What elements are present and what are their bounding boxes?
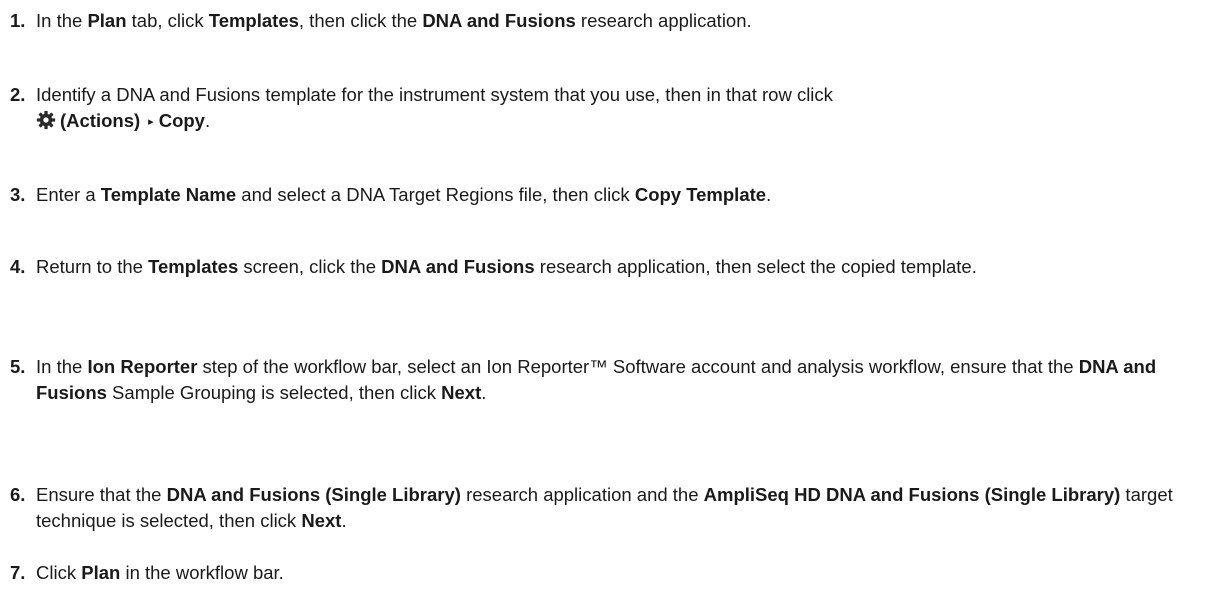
template-name-label: Template Name	[100, 184, 237, 205]
gear-icon	[36, 110, 56, 130]
dna-fusions-label: DNA and Fusions	[381, 256, 535, 277]
ampliseq-hd-label: AmpliSeq HD DNA and Fusions (Single Libr…	[703, 484, 1121, 505]
step-text: In the Plan tab, click Templates, then c…	[36, 10, 752, 31]
next-label: Next	[301, 510, 342, 531]
copy-template-label: Copy Template	[634, 184, 767, 205]
actions-label: (Actions)	[60, 110, 141, 131]
step-text: Ensure that the DNA and Fusions (Single …	[36, 484, 1173, 531]
templates-label: Templates	[148, 256, 239, 277]
dna-fusions-single-library-label: DNA and Fusions (Single Library)	[166, 484, 461, 505]
step-text: Return to the Templates screen, click th…	[36, 256, 977, 277]
step-number: 6.	[10, 484, 26, 505]
next-label: Next	[441, 382, 482, 403]
plan-label: Plan	[81, 562, 121, 583]
step-text: Click Plan in the workflow bar.	[36, 562, 284, 583]
instruction-document: 1. In the Plan tab, click Templates, the…	[0, 0, 1218, 600]
step-text: Enter a Template Name and select a DNA T…	[36, 184, 772, 205]
step-number: 4.	[10, 256, 26, 277]
caret-right-icon: ▸	[148, 116, 154, 128]
step-text: Identify a DNA and Fusions template for …	[36, 82, 1200, 135]
step-text: In the Ion Reporter step of the workflow…	[36, 356, 1157, 403]
step-number: 5.	[10, 356, 26, 377]
step-number: 1.	[10, 10, 26, 31]
ion-reporter-label: Ion Reporter	[87, 356, 198, 377]
dna-fusions-label: DNA and Fusions	[422, 10, 576, 31]
plan-tab-label: Plan	[87, 10, 127, 31]
step-number: 7.	[10, 562, 26, 583]
templates-label: Templates	[208, 10, 299, 31]
step-number: 2.	[10, 84, 26, 105]
copy-label: Copy	[158, 110, 205, 131]
step-number: 3.	[10, 184, 26, 205]
